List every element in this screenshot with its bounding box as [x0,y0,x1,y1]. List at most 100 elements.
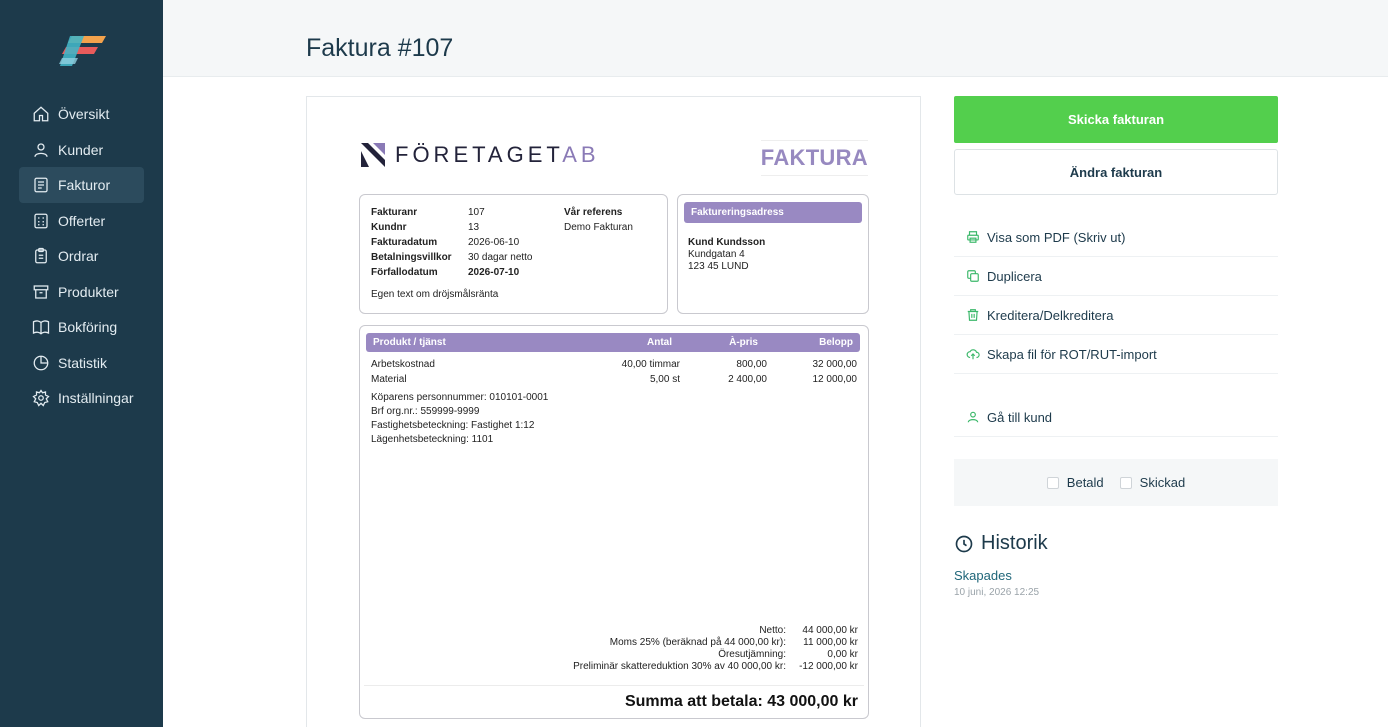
item-qty: 40,00 timmar [621,359,680,370]
clock-icon [955,535,973,552]
checkbox-box[interactable] [1046,476,1059,489]
info-value: 13 [468,222,480,233]
total-label: Netto: [759,625,786,636]
user-icon [32,141,50,159]
pie-chart-icon [32,354,50,372]
sidebar-nav: Översikt Kunder Fakturor Offerter Ordrar… [19,96,144,416]
reference-label: Vår referens [564,207,623,218]
sidebar-item-label: Produkter [58,283,119,300]
page-header: Faktura #107 [163,0,1388,77]
sidebar-item-produkter[interactable]: Produkter [19,274,144,310]
send-invoice-button[interactable]: Skicka fakturan [954,96,1278,143]
sidebar-item-installningar[interactable]: Inställningar [19,380,144,416]
item-product: Arbetskostnad [371,359,435,370]
document-icon [32,176,50,194]
sent-checkbox[interactable]: Skickad [1119,475,1186,490]
column-header-product: Produkt / tjänst [373,337,446,348]
page-title: Faktura #107 [306,34,454,62]
sidebar-item-ordrar[interactable]: Ordrar [19,238,144,274]
interest-note: Egen text om dröjsmålsränta [371,289,499,300]
credit-action[interactable]: Kreditera/Delkreditera [954,296,1278,335]
total-value: -12 000,00 kr [799,661,858,672]
amount-due: Summa att betala: 43 000,00 kr [624,693,858,710]
trash-icon [966,308,980,322]
home-icon [32,105,50,123]
sidebar-item-statistik[interactable]: Statistik [19,345,144,381]
billing-address-heading: Faktureringsadress [684,202,862,223]
company-name: FÖRETAGETAB [395,142,600,168]
info-row: Fakturanr 107 [371,205,565,220]
history-heading: Historik [954,532,1048,555]
checkbox-label: Betald [1066,475,1104,490]
go-to-customer-action[interactable]: Gå till kund [954,398,1278,437]
note-line: Köparens personnummer: 010101-0001 [371,392,549,403]
totals-block: Netto: 44 000,00 kr Moms 25% (beräknad på… [573,625,858,673]
action-label: Gå till kund [987,409,1053,425]
view-pdf-action[interactable]: Visa som PDF (Skriv ut) [954,218,1278,257]
total-row: Preliminär skattereduktion 30% av 40 000… [573,661,858,673]
item-amount: 12 000,00 [812,374,858,385]
billing-address-lines: Kund Kundsson Kundgatan 4 123 45 LUND [688,237,765,273]
sidebar-item-bokforing[interactable]: Bokföring [19,309,144,345]
items-table-header: Produkt / tjänst Antal À-pris Belopp [366,333,860,352]
customer-name: Kund Kundsson [688,237,766,248]
total-label: Öresutjämning: [718,649,786,660]
sidebar-item-label: Bokföring [58,319,118,335]
checkbox-label: Skickad [1139,475,1186,490]
rot-rut-export-action[interactable]: Skapa fil för ROT/RUT-import [954,335,1278,374]
checkbox-box[interactable] [1119,476,1132,489]
action-label: Visa som PDF (Skriv ut) [987,229,1126,245]
total-label: Preliminär skattereduktion 30% av 40 000… [573,661,786,672]
info-value: 2026-06-10 [468,237,520,248]
total-row: Netto: 44 000,00 kr [573,625,858,637]
sidebar-item-oversikt[interactable]: Översikt [19,96,144,132]
edit-invoice-button[interactable]: Ändra fakturan [954,149,1278,195]
invoice-preview: FÖRETAGETAB FAKTURA Fakturanr 107 Kundnr 1… [306,96,921,727]
sidebar-item-label: Ordrar [58,248,99,264]
sidebar-item-label: Översikt [58,106,110,122]
info-row: Kundnr 13 [371,220,565,235]
item-notes: Köparens personnummer: 010101-0001 Brf o… [371,391,548,447]
action-label: Kreditera/Delkreditera [987,307,1114,323]
total-row: Öresutjämning: 0,00 kr [573,649,858,661]
info-value: 2026-07-10 [468,267,520,278]
reference-block: Vår referens Demo Fakturan [564,205,633,235]
item-qty: 5,00 st [649,374,680,385]
sidebar-item-offerter[interactable]: Offerter [19,203,144,239]
copy-icon [966,269,980,283]
invoice-info-grid: Fakturanr 107 Kundnr 13 Fakturadatum 2026-0… [371,205,565,280]
app-logo-icon[interactable] [58,32,108,68]
info-key: Fakturadatum [371,237,438,248]
sidebar-item-label: Offerter [58,212,106,229]
company-name-main: FÖRETAGET [395,142,563,167]
reference-value: Demo Fakturan [564,222,633,233]
customer-street: Kundgatan 4 [688,249,745,260]
sidebar-item-label: Inställningar [58,390,134,406]
user-icon [966,410,980,424]
total-value: 44 000,00 kr [802,625,858,636]
action-label: Duplicera [987,268,1042,284]
column-header-amount: Belopp [819,337,853,348]
note-line: Fastighetsbeteckning: Fastighet 1:12 [371,420,535,431]
status-panel: Betald Skickad [954,459,1278,506]
info-row: Förfallodatum 2026-07-10 [371,265,565,280]
sidebar-item-label: Statistik [58,354,108,371]
company-logo-icon [361,143,385,167]
info-key: Betalningsvillkor [371,252,452,263]
sidebar-item-label: Kunder [58,141,104,158]
sidebar-item-fakturor[interactable]: Fakturor [19,167,144,203]
divider [364,685,864,686]
action-label: Skapa fil för ROT/RUT-import [987,346,1157,362]
calculator-icon [32,212,50,230]
billing-address-box: Faktureringsadress Kund Kundsson Kundgat… [677,194,869,314]
item-price: 2 400,00 [728,374,767,385]
column-header-price: À-pris [729,337,758,348]
duplicate-action[interactable]: Duplicera [954,257,1278,296]
info-key: Kundnr [371,222,407,233]
clipboard-icon [32,247,50,265]
column-header-qty: Antal [647,337,672,348]
total-value: 11 000,00 kr [803,637,858,648]
sidebar-item-kunder[interactable]: Kunder [19,132,144,168]
paid-checkbox[interactable]: Betald [1046,475,1104,490]
sidebar-item-label: Fakturor [58,177,111,193]
